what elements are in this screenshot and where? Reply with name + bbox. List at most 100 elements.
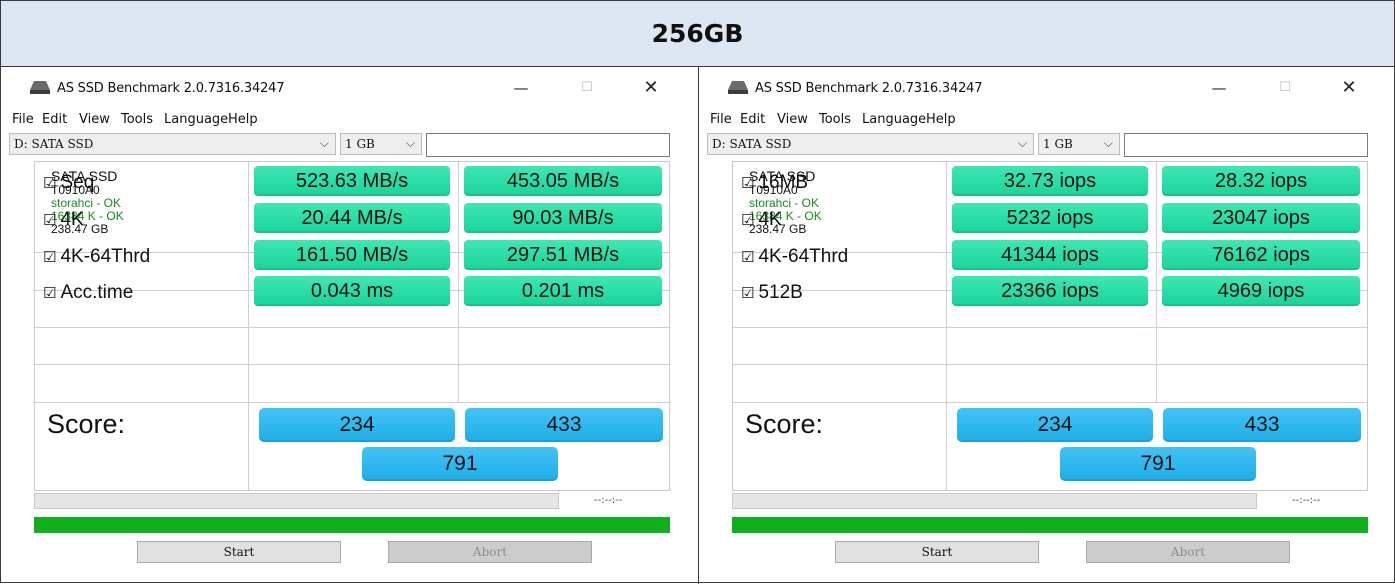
abort-button[interactable]: Abort: [1086, 541, 1290, 563]
maximize-button[interactable]: ☐: [1270, 76, 1300, 100]
drive-dropdown[interactable]: D: SATA SSD ⌵: [9, 133, 336, 155]
start-button[interactable]: Start: [137, 541, 341, 563]
menu-edit[interactable]: Edit: [740, 112, 765, 127]
menu-tools[interactable]: Tools: [819, 112, 851, 127]
menu-language[interactable]: Language: [862, 112, 926, 127]
overall-progress-bar: [732, 517, 1368, 533]
score-label: Score:: [745, 409, 824, 439]
write-result: 76162 iops: [1162, 240, 1360, 270]
write-result: 4969 iops: [1162, 276, 1360, 306]
write-result: 297.51 MB/s: [464, 240, 662, 270]
test-name: 4K: [60, 209, 84, 230]
chevron-down-icon: ⌵: [1103, 136, 1113, 150]
write-result: 90.03 MB/s: [464, 203, 662, 233]
benchmark-window-2: AS SSD Benchmark 2.0.7316.34247 — ☐ ✕ File Ed…: [704, 70, 1388, 580]
chevron-down-icon: ⌵: [1017, 136, 1027, 150]
benchmark-window-1: AS SSD Benchmark 2.0.7316.34247 — ☐ ✕ File Ed…: [6, 70, 690, 580]
minimize-button[interactable]: —: [506, 76, 536, 100]
capacity-title: 256GB: [651, 19, 744, 48]
chevron-down-icon: ⌵: [405, 136, 415, 150]
test-name: 16MB: [758, 172, 809, 193]
total-score: 791: [362, 447, 558, 481]
drive-dropdown-value: D: SATA SSD: [712, 137, 792, 151]
test-row-label[interactable]: ☑ Seq: [43, 172, 94, 194]
test-row-label[interactable]: ☑ 4K-64Thrd: [741, 246, 848, 268]
test-name: Seq: [60, 172, 95, 193]
checkbox-checked-icon[interactable]: ☑: [43, 248, 56, 266]
close-button[interactable]: ✕: [1334, 76, 1364, 100]
write-result: 453.05 MB/s: [464, 166, 662, 196]
results-grid: SATA SSD T0910A0 storahci - OK 16384 K - OK…: [34, 161, 670, 491]
menu-help[interactable]: Help: [228, 112, 258, 127]
menu-file[interactable]: File: [12, 112, 34, 127]
chevron-down-icon: ⌵: [319, 136, 329, 150]
menu-view[interactable]: View: [777, 112, 808, 127]
write-result: 28.32 iops: [1162, 166, 1360, 196]
checkbox-checked-icon[interactable]: ☑: [741, 248, 754, 266]
write-score: 433: [1163, 408, 1361, 442]
start-button[interactable]: Start: [835, 541, 1039, 563]
checkbox-checked-icon[interactable]: ☑: [741, 284, 754, 302]
test-size-value: 1 GB: [345, 137, 375, 151]
test-name: 512B: [758, 282, 803, 303]
total-score: 791: [1060, 447, 1256, 481]
overall-progress-bar: [34, 517, 670, 533]
test-size-value: 1 GB: [1043, 137, 1073, 151]
test-name: 4K-64Thrd: [60, 246, 151, 267]
abort-button[interactable]: Abort: [388, 541, 592, 563]
window-title-bar: AS SSD Benchmark 2.0.7316.34247 — ☐ ✕: [6, 70, 690, 106]
menu-bar: File Edit View Tools Language Help: [704, 110, 1388, 130]
drive-app-icon: [728, 81, 748, 94]
menu-tools[interactable]: Tools: [121, 112, 153, 127]
drive-app-icon: [30, 81, 50, 94]
menu-view[interactable]: View: [79, 112, 110, 127]
test-row-label[interactable]: ☑ 512B: [741, 282, 803, 304]
checkbox-checked-icon[interactable]: ☑: [741, 174, 754, 192]
read-score: 234: [259, 408, 455, 442]
test-row-label[interactable]: ☑ Acc.time: [43, 282, 133, 304]
drive-dropdown[interactable]: D: SATA SSD ⌵: [707, 133, 1034, 155]
test-row-label[interactable]: ☑ 16MB: [741, 172, 808, 194]
comparison-header: 256GB: [1, 1, 1394, 67]
results-grid: SATA SSD T0910A0 storahci - OK 16384 K - OK…: [732, 161, 1368, 491]
maximize-button[interactable]: ☐: [572, 76, 602, 100]
menu-file[interactable]: File: [710, 112, 732, 127]
test-name: Acc.time: [60, 282, 134, 303]
read-result: 32.73 iops: [952, 166, 1148, 196]
test-name: 4K: [758, 209, 782, 230]
menu-edit[interactable]: Edit: [42, 112, 67, 127]
window-title-bar: AS SSD Benchmark 2.0.7316.34247 — ☐ ✕: [704, 70, 1388, 106]
window-title: AS SSD Benchmark 2.0.7316.34247: [755, 81, 983, 96]
menu-help[interactable]: Help: [926, 112, 956, 127]
notes-text-field[interactable]: [426, 133, 670, 157]
elapsed-timer: --:--:--: [1292, 495, 1321, 506]
menu-bar: File Edit View Tools Language Help: [6, 110, 690, 130]
task-progress-bar: [34, 493, 559, 509]
test-row-label[interactable]: ☑ 4K: [43, 209, 84, 231]
checkbox-checked-icon[interactable]: ☑: [43, 174, 56, 192]
elapsed-timer: --:--:--: [594, 495, 623, 506]
panel-divider: [698, 67, 699, 584]
read-result: 41344 iops: [952, 240, 1148, 270]
write-result: 0.201 ms: [464, 276, 662, 306]
checkbox-checked-icon[interactable]: ☑: [43, 284, 56, 302]
read-score: 234: [957, 408, 1153, 442]
window-title: AS SSD Benchmark 2.0.7316.34247: [57, 81, 285, 96]
test-row-label[interactable]: ☑ 4K-64Thrd: [43, 246, 150, 268]
menu-language[interactable]: Language: [164, 112, 228, 127]
checkbox-checked-icon[interactable]: ☑: [43, 211, 56, 229]
read-result: 20.44 MB/s: [254, 203, 450, 233]
read-result: 5232 iops: [952, 203, 1148, 233]
close-button[interactable]: ✕: [636, 76, 666, 100]
score-label: Score:: [47, 409, 126, 439]
test-row-label[interactable]: ☑ 4K: [741, 209, 782, 231]
minimize-button[interactable]: —: [1204, 76, 1234, 100]
test-size-dropdown[interactable]: 1 GB ⌵: [1038, 133, 1120, 155]
task-progress-bar: [732, 493, 1257, 509]
write-result: 23047 iops: [1162, 203, 1360, 233]
checkbox-checked-icon[interactable]: ☑: [741, 211, 754, 229]
test-size-dropdown[interactable]: 1 GB ⌵: [340, 133, 422, 155]
read-result: 23366 iops: [952, 276, 1148, 306]
read-result: 0.043 ms: [254, 276, 450, 306]
notes-text-field[interactable]: [1124, 133, 1368, 157]
